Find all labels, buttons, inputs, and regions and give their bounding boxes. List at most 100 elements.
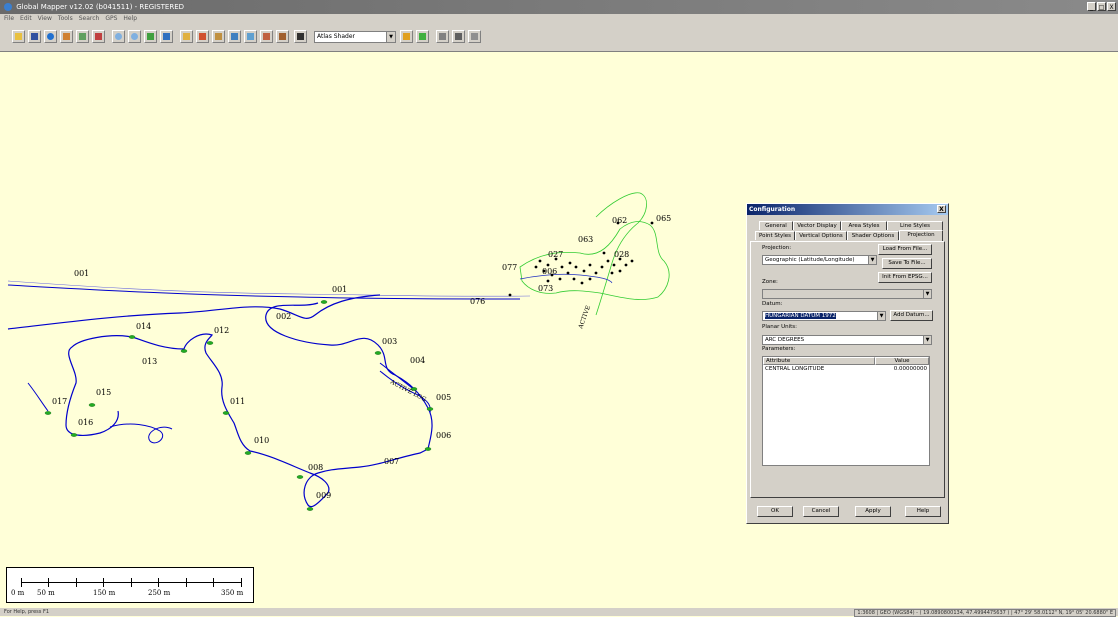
map-view[interactable]: 001 001 002 003 004 005 006 007 008 009 … [0,53,1118,608]
app-globe-icon [4,3,12,11]
scale-label: 50 m [37,589,55,597]
gps-icon [455,33,462,40]
param-attribute: CENTRAL LONGITUDE [765,366,825,372]
scale-tick [76,578,77,587]
menu-gps[interactable]: GPS [105,14,117,24]
waypoint-label: 005 [436,393,451,402]
measure-button[interactable] [212,30,225,43]
waypoint-label: 077 [502,263,517,272]
dialog-title: Configuration [749,206,796,213]
waypoint-label: 006 [436,431,451,440]
scale-label: 150 m [93,589,116,597]
tab-vector-display[interactable]: Vector Display [793,221,841,230]
connect-button[interactable] [44,30,57,43]
menu-tools[interactable]: Tools [58,14,73,24]
dialog-close-button[interactable]: X [937,205,946,213]
shader-select[interactable]: Atlas Shader ▼ [314,31,396,43]
menu-view[interactable]: View [38,14,52,24]
scale-label: 250 m [148,589,171,597]
draw-button[interactable] [276,30,289,43]
search-button[interactable] [294,30,307,43]
ok-button[interactable]: OK [757,506,793,517]
zoom-in-button[interactable] [112,30,125,43]
menu-file[interactable]: File [4,14,14,24]
digitizer-button[interactable] [196,30,209,43]
zone-select[interactable]: ▼ [762,289,932,299]
chevron-down-icon: ▼ [877,312,885,320]
track-label: ACTIVE LOG [388,378,427,403]
tab-general[interactable]: General [759,221,793,230]
zoom-out-button[interactable] [128,30,141,43]
3d-view-button[interactable] [436,30,449,43]
config-button[interactable] [76,30,89,43]
datum-select[interactable]: HUNGARIAN DATUM 1972 ▼ [762,311,886,321]
load-from-file-button[interactable]: Load From File... [878,244,932,255]
param-value: 0.00000000 [893,366,927,372]
planar-units-value: ARC DEGREES [765,337,805,343]
pencil-icon [279,33,286,40]
home-button[interactable] [160,30,173,43]
chevron-down-icon: ▼ [868,256,876,264]
status-bar: For Help, press F1 1:3608 | GEO (WGS84) … [0,608,1118,617]
layers-button[interactable] [60,30,73,43]
help-button[interactable]: Help [905,506,941,517]
pan-button[interactable] [180,30,193,43]
parameters-table[interactable]: Attribute Value CENTRAL LONGITUDE 0.0000… [762,356,930,466]
projection-value: Geographic (Latitude/Longitude) [765,257,855,263]
init-from-epsg-button[interactable]: Init From EPSG... [878,272,932,283]
add-datum-button[interactable]: Add Datum... [890,310,933,321]
shader-config-button[interactable] [400,30,413,43]
view-shed-button[interactable] [260,30,273,43]
tab-point-styles[interactable]: Point Styles [755,231,795,240]
zoom-extents-button[interactable] [144,30,157,43]
gps-button[interactable] [452,30,465,43]
blue-track-east [519,273,613,284]
point-cluster [508,221,654,297]
table-row[interactable]: CENTRAL LONGITUDE 0.00000000 [763,365,929,373]
save-to-file-button[interactable]: Save To File... [882,258,932,269]
minimize-button[interactable]: _ [1087,2,1096,11]
close-button[interactable]: X [1107,2,1116,11]
waypoint-label: 004 [410,356,425,365]
tool-button[interactable] [92,30,105,43]
tab-line-styles[interactable]: Line Styles [887,221,943,230]
save-button[interactable] [28,30,41,43]
path-profile-button[interactable] [244,30,257,43]
projection-select[interactable]: Geographic (Latitude/Longitude) ▼ [762,255,877,265]
scale-tick [48,578,49,587]
binoculars-icon [297,33,304,40]
status-help-text: For Help, press F1 [4,609,50,615]
menu-bar: File Edit View Tools Search GPS Help [0,14,1118,24]
apply-button[interactable]: Apply [855,506,891,517]
tab-projection[interactable]: Projection [899,230,943,241]
projection-panel: Projection: Geographic (Latitude/Longitu… [750,241,945,498]
maximize-button[interactable]: □ [1097,2,1106,11]
menu-search[interactable]: Search [79,14,100,24]
3d-icon [439,33,446,40]
waypoint-label: 016 [78,418,93,427]
menu-help[interactable]: Help [123,14,137,24]
zoom-extents-icon [147,33,154,40]
scale-label: 350 m [221,589,244,597]
waypoint-label: 027 [548,250,563,259]
menu-edit[interactable]: Edit [20,14,32,24]
column-header-attribute[interactable]: Attribute [763,357,875,365]
window-title: Global Mapper v12.02 (b041511) - REGISTE… [16,3,185,11]
palette-icon [403,33,410,40]
planar-units-select[interactable]: ARC DEGREES ▼ [762,335,932,345]
tab-area-styles[interactable]: Area Styles [841,221,887,230]
lighting-button[interactable] [416,30,429,43]
shader-select-value: Atlas Shader [317,33,355,40]
track-line [7,284,520,300]
waypoint-label: 002 [276,312,291,321]
open-button[interactable] [12,30,25,43]
cancel-button[interactable]: Cancel [803,506,839,517]
gps-track-button[interactable] [468,30,481,43]
map-canvas[interactable]: 001 001 002 003 004 005 006 007 008 009 … [0,53,1118,608]
column-header-value[interactable]: Value [875,357,929,365]
tab-vertical-options[interactable]: Vertical Options [795,231,847,240]
feature-info-button[interactable] [228,30,241,43]
tab-shader-options[interactable]: Shader Options [847,231,899,240]
waypoint-label: 062 [612,216,627,225]
parameters-label: Parameters: [762,346,796,352]
